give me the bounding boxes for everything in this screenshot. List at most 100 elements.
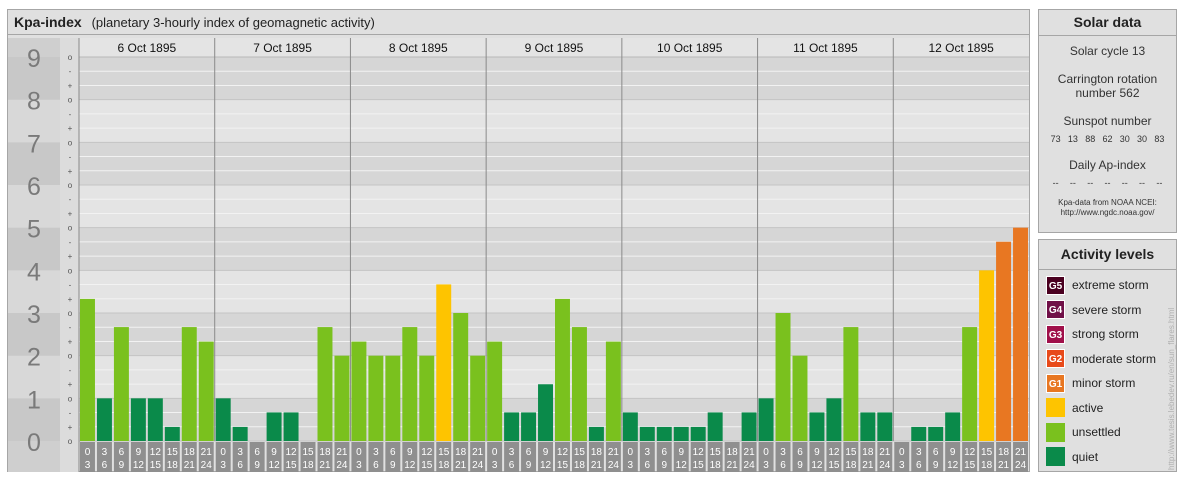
kp-bar bbox=[945, 412, 961, 441]
kp-band bbox=[79, 355, 1029, 399]
interval-start-label: 15 bbox=[574, 447, 586, 458]
y-minor-tick-label: + bbox=[68, 124, 73, 133]
y-minor-tick-label: + bbox=[68, 423, 73, 432]
interval-end-label: 21 bbox=[591, 460, 603, 471]
legend-item-quiet: quiet bbox=[1039, 445, 1176, 470]
ap-values: -- -- -- -- -- -- -- bbox=[1039, 178, 1176, 188]
interval-end-label: 3 bbox=[492, 460, 498, 471]
kp-bar bbox=[470, 355, 486, 441]
interval-start-label: 0 bbox=[628, 447, 634, 458]
legend-label: strong storm bbox=[1072, 327, 1139, 342]
legend-label: severe storm bbox=[1072, 302, 1142, 317]
interval-end-label: 6 bbox=[509, 460, 515, 471]
legend-swatch bbox=[1046, 422, 1065, 442]
interval-end-label: 15 bbox=[557, 460, 569, 471]
kp-bar bbox=[113, 327, 129, 441]
kp-bar bbox=[334, 355, 350, 441]
interval-start-label: 15 bbox=[302, 447, 314, 458]
interval-start-label: 12 bbox=[150, 447, 162, 458]
day-label: 10 Oct 1895 bbox=[657, 41, 723, 55]
interval-start-label: 0 bbox=[763, 447, 769, 458]
interval-start-label: 9 bbox=[271, 447, 277, 458]
legend-item-severe: G4 severe storm bbox=[1039, 298, 1176, 323]
legend-label: minor storm bbox=[1072, 376, 1136, 391]
kp-bar bbox=[605, 341, 621, 441]
interval-end-label: 6 bbox=[237, 460, 243, 471]
interval-start-label: 3 bbox=[509, 447, 515, 458]
kp-bar bbox=[911, 426, 927, 441]
y-minor-tick-label: o bbox=[68, 181, 73, 190]
interval-end-label: 21 bbox=[998, 460, 1010, 471]
kp-bar bbox=[521, 412, 537, 441]
carrington-line-1: Carrington rotation bbox=[1057, 72, 1158, 86]
data-source-line-1: Kpa-data from NOAA NCEI: bbox=[1058, 198, 1157, 207]
legend-item-minor: G1 minor storm bbox=[1039, 371, 1176, 396]
interval-end-label: 24 bbox=[472, 460, 484, 471]
interval-end-label: 9 bbox=[390, 460, 396, 471]
interval-end-label: 12 bbox=[133, 460, 145, 471]
kp-bar bbox=[588, 426, 604, 441]
legend-label: active bbox=[1072, 400, 1104, 415]
interval-end-label: 3 bbox=[220, 460, 226, 471]
kp-bar bbox=[826, 398, 842, 441]
interval-start-label: 0 bbox=[220, 447, 226, 458]
kp-bar bbox=[996, 241, 1012, 441]
ap-value: -- bbox=[1156, 178, 1163, 188]
interval-start-label: 12 bbox=[421, 447, 433, 458]
kp-bar bbox=[385, 355, 401, 441]
day-label: 12 Oct 1895 bbox=[928, 41, 994, 55]
interval-start-label: 12 bbox=[285, 447, 297, 458]
interval-start-label: 15 bbox=[438, 447, 450, 458]
interval-end-label: 24 bbox=[1015, 460, 1027, 471]
day-label: 11 Oct 1895 bbox=[793, 41, 858, 55]
y-minor-tick-label: o bbox=[68, 53, 73, 62]
kp-bar bbox=[758, 398, 774, 441]
legend-swatch: G3 bbox=[1046, 324, 1065, 344]
interval-start-label: 3 bbox=[237, 447, 243, 458]
interval-start-label: 18 bbox=[319, 447, 331, 458]
ap-value: -- bbox=[1139, 178, 1146, 188]
interval-start-label: 6 bbox=[119, 447, 125, 458]
kp-bar bbox=[198, 341, 214, 441]
y-tick-label: 0 bbox=[27, 429, 41, 457]
interval-end-label: 15 bbox=[285, 460, 297, 471]
activity-levels-list: G5 extreme storm G4 severe storm G3 strong st… bbox=[1039, 270, 1176, 469]
y-minor-tick-label: + bbox=[68, 209, 73, 218]
kp-band bbox=[79, 227, 1029, 271]
legend-item-strong: G3 strong storm bbox=[1039, 322, 1176, 347]
interval-start-label: 12 bbox=[557, 447, 569, 458]
kp-bar bbox=[555, 298, 570, 441]
kp-bar bbox=[368, 355, 384, 441]
interval-end-label: 9 bbox=[797, 460, 803, 471]
chart-header: Kpa-index (planetary 3-hourly index of g… bbox=[8, 10, 1029, 35]
y-minor-tick-label: - bbox=[69, 153, 72, 162]
interval-start-label: 0 bbox=[356, 447, 362, 458]
interval-start-label: 9 bbox=[950, 447, 956, 458]
kp-bar bbox=[487, 341, 503, 441]
interval-start-label: 6 bbox=[933, 447, 939, 458]
legend-swatch bbox=[1046, 447, 1065, 467]
kp-bar bbox=[843, 327, 859, 441]
interval-end-label: 21 bbox=[319, 460, 331, 471]
chart-title: Kpa-index bbox=[14, 14, 82, 30]
interval-end-label: 9 bbox=[526, 460, 532, 471]
y-minor-tick-label: - bbox=[69, 366, 72, 375]
sunspot-values: 73 13 88 62 30 30 83 bbox=[1039, 134, 1176, 144]
y-tick-label: 6 bbox=[27, 173, 41, 201]
interval-end-label: 6 bbox=[102, 460, 108, 471]
legend-item-moderate: G2 moderate storm bbox=[1039, 347, 1176, 372]
interval-end-label: 18 bbox=[302, 460, 314, 471]
interval-start-label: 3 bbox=[373, 447, 379, 458]
y-minor-tick-label: + bbox=[68, 295, 73, 304]
kp-bar bbox=[962, 327, 978, 441]
y-minor-tick-label: - bbox=[69, 323, 72, 332]
interval-start-label: 9 bbox=[814, 447, 820, 458]
kp-bar bbox=[181, 327, 197, 441]
interval-start-label: 18 bbox=[455, 447, 467, 458]
y-tick-label: 1 bbox=[27, 386, 41, 414]
y-tick-label: 4 bbox=[27, 258, 41, 286]
kp-bar bbox=[96, 398, 112, 441]
interval-end-label: 3 bbox=[899, 460, 905, 471]
y-tick-label: 9 bbox=[27, 45, 41, 73]
interval-end-label: 21 bbox=[455, 460, 467, 471]
